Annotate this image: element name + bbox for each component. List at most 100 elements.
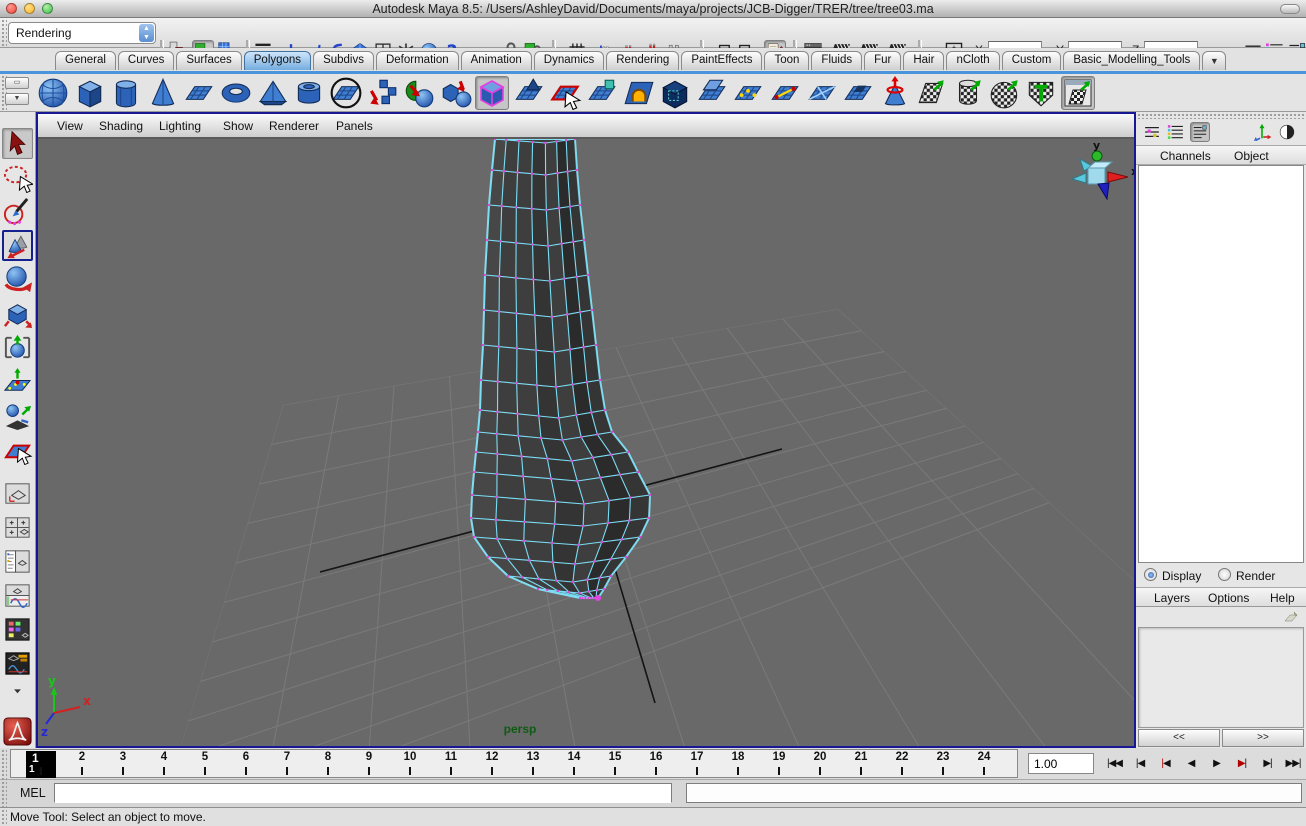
viewport-menu-panels[interactable]: Panels (336, 119, 373, 133)
frame-number[interactable]: 20 (814, 751, 827, 763)
step-back-frame-button[interactable]: |◀ (1153, 753, 1178, 774)
go-to-start-button[interactable]: |◀◀ (1102, 753, 1127, 774)
title-bar[interactable]: Autodesk Maya 8.5: /Users/AshleyDavid/Do… (0, 0, 1306, 18)
duplicate-face-icon[interactable] (365, 76, 399, 110)
shelf-menu-button[interactable]: ▼ (5, 93, 29, 105)
frame-tick[interactable] (614, 767, 616, 775)
layout-four-view[interactable] (2, 512, 33, 543)
subdiv-proxy-icon[interactable] (475, 76, 510, 110)
mel-input[interactable] (54, 783, 672, 803)
frame-number[interactable]: 10 (404, 751, 417, 763)
scale-tool[interactable] (2, 298, 33, 329)
tab-curves[interactable]: Curves (117, 51, 175, 70)
tab-deformation[interactable]: Deformation (375, 51, 459, 70)
select-tool[interactable] (2, 128, 33, 159)
frame-tick[interactable] (286, 767, 288, 775)
frame-number[interactable]: 8 (325, 751, 331, 763)
spherical-mapping-icon[interactable] (988, 76, 1022, 110)
viewport-menu-renderer[interactable]: Renderer (269, 119, 319, 133)
select-faces-icon[interactable] (548, 76, 582, 110)
frame-number[interactable]: 3 (120, 751, 126, 763)
viewport-menu-shading[interactable]: Shading (99, 119, 143, 133)
layout-single-persp[interactable] (2, 478, 33, 509)
menu-channels[interactable]: Channels (1160, 149, 1211, 163)
viewport-menu-view[interactable]: View (57, 119, 83, 133)
frame-number[interactable]: 14 (568, 751, 581, 763)
tab-fluids[interactable]: Fluids (811, 51, 863, 70)
frame-tick[interactable] (491, 767, 493, 775)
frame-tick[interactable] (327, 767, 329, 775)
smooth-proxy-icon[interactable] (329, 76, 363, 110)
paint-selection-tool[interactable] (2, 196, 33, 227)
menu-set-selector[interactable]: Rendering ▲ ▼ (8, 22, 156, 44)
frame-number[interactable]: 18 (732, 751, 745, 763)
tab-hair[interactable]: Hair (903, 51, 945, 70)
last-tool-used[interactable] (2, 434, 33, 465)
layout-hypershade-persp[interactable] (2, 614, 33, 645)
poly-torus-icon[interactable] (219, 76, 253, 110)
channel-manipulator-icon[interactable] (1142, 122, 1162, 142)
frame-number[interactable]: 11 (445, 751, 457, 763)
tab-fur[interactable]: Fur (864, 51, 902, 70)
maya-logo[interactable] (2, 716, 33, 747)
soft-modification-tool[interactable] (2, 366, 33, 397)
poly-plane-icon[interactable] (182, 76, 216, 110)
frame-tick[interactable] (696, 767, 698, 775)
menu-options[interactable]: Options (1208, 591, 1249, 605)
frame-tick[interactable] (81, 767, 83, 775)
layout-outliner-persp[interactable] (2, 546, 33, 577)
smooth-icon[interactable] (878, 76, 912, 110)
tab-dynamics[interactable]: Dynamics (533, 51, 605, 70)
frame-number[interactable]: 22 (896, 751, 909, 763)
poly-cone-icon[interactable] (146, 76, 180, 110)
frame-tick[interactable] (245, 767, 247, 775)
stepper-icon[interactable]: ▲ ▼ (139, 24, 154, 42)
layout-persp-trax[interactable] (2, 648, 33, 679)
mini-move-axis-icon[interactable] (1252, 122, 1272, 142)
frame-number[interactable]: 23 (937, 751, 950, 763)
command-line-handle[interactable] (0, 780, 7, 807)
tab-subdivs[interactable]: Subdivs (313, 51, 374, 70)
tab-custom[interactable]: Custom (1001, 51, 1062, 70)
poly-pipe-icon[interactable] (292, 76, 326, 110)
channel-box[interactable] (1138, 165, 1304, 563)
status-line-handle[interactable] (0, 18, 7, 48)
frame-number[interactable]: 13 (527, 751, 540, 763)
mel-result-field[interactable] (686, 783, 1302, 803)
frame-tick[interactable] (532, 767, 534, 775)
tab-ncloth[interactable]: nCloth (946, 51, 1000, 70)
sidebar-handle[interactable] (1136, 112, 1306, 119)
frame-tick[interactable] (983, 767, 985, 775)
uv-texture-editor-icon[interactable] (1060, 76, 1095, 110)
append-facet-icon[interactable] (731, 76, 765, 110)
frame-tick[interactable] (819, 767, 821, 775)
booleans-icon[interactable] (658, 76, 692, 110)
frame-tick[interactable] (163, 767, 165, 775)
timeline-handle[interactable] (0, 748, 7, 780)
play-backwards-button[interactable]: ◀ (1179, 753, 1204, 774)
bevel-icon[interactable] (512, 76, 546, 110)
frame-number[interactable]: 7 (284, 751, 290, 763)
frame-tick[interactable] (778, 767, 780, 775)
frame-number[interactable]: 9 (366, 751, 372, 763)
mel-label[interactable]: MEL (20, 786, 46, 800)
layers-panel[interactable] (1138, 627, 1304, 728)
time-strip[interactable]: 1 1 2 3 4 5 6 7 8 9 10 11 12 13 14 15 16 17 18 19 20 21 22 23… (10, 749, 1018, 778)
rotate-tool[interactable] (2, 264, 33, 295)
combine-icon[interactable] (439, 76, 473, 110)
render-radio-label[interactable]: Render (1236, 569, 1275, 583)
frame-tick[interactable] (204, 767, 206, 775)
go-to-next-key-button[interactable]: ▶| (1255, 753, 1280, 774)
show-manipulator-tool[interactable] (2, 400, 33, 431)
insert-edge-loop-icon[interactable] (841, 76, 875, 110)
lasso-select-tool[interactable] (2, 162, 33, 193)
display-radio[interactable] (1144, 568, 1157, 581)
frame-number[interactable]: 15 (609, 751, 622, 763)
move-tool[interactable] (2, 230, 33, 261)
contrast-icon[interactable] (1277, 122, 1297, 142)
extrude-face-icon[interactable] (585, 76, 619, 110)
display-radio-label[interactable]: Display (1162, 569, 1201, 583)
create-layer-icon[interactable] (1282, 609, 1300, 625)
toolbar-toggle-button[interactable] (1280, 4, 1300, 14)
tab-general[interactable]: General (55, 51, 116, 70)
